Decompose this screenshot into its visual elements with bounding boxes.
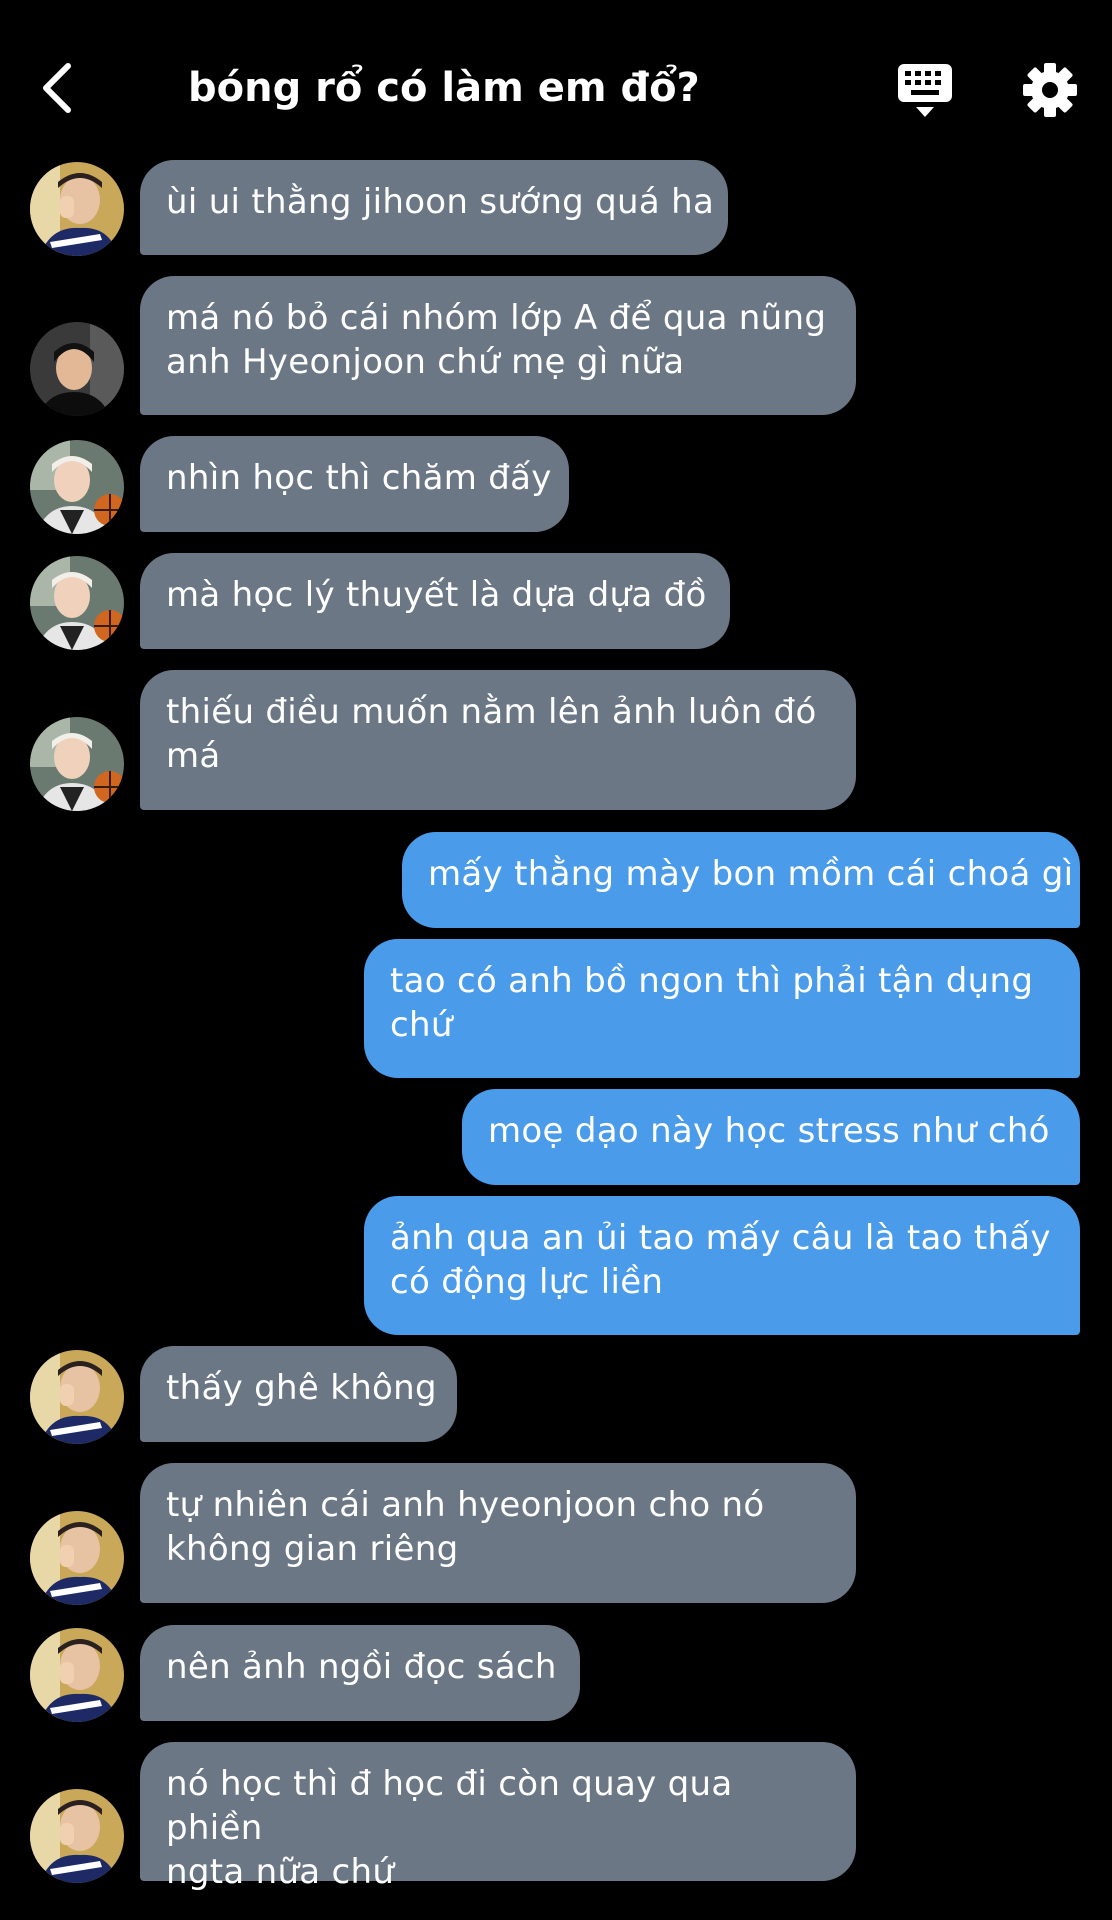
message-bubble[interactable]: thấy ghê không [140,1346,457,1442]
avatar[interactable] [30,162,124,256]
message-bubble[interactable]: má nó bỏ cái nhóm lớp A để qua nũng anh … [140,276,856,415]
avatar[interactable] [30,440,124,534]
message-bubble[interactable]: nên ảnh ngồi đọc sách [140,1625,580,1721]
message-bubble[interactable]: tự nhiên cái anh hyeonjoon cho nó không … [140,1463,856,1603]
avatar-boy-peace-sign [30,1628,124,1722]
avatar[interactable] [30,1789,124,1883]
message-bubble[interactable]: mà học lý thuyết là dựa dựa đồ [140,553,730,649]
avatar[interactable] [30,1628,124,1722]
message-bubble[interactable]: moẹ dạo này học stress như chó [462,1089,1080,1185]
avatar[interactable] [30,1350,124,1444]
avatar-boy-basketball [30,556,124,650]
avatar-boy-peace-sign [30,1789,124,1883]
message-bubble[interactable]: tao có anh bồ ngon thì phải tận dụng chứ [364,939,1080,1078]
avatar[interactable] [30,1511,124,1605]
message-bubble[interactable]: nó học thì đ học đi còn quay qua phiền n… [140,1742,856,1892]
avatar-boy-basketball [30,717,124,811]
avatar[interactable] [30,717,124,811]
avatar-boy-peace-sign [30,1511,124,1605]
message-list[interactable]: ùi ui thằng jihoon sướng quá ha má nó bỏ… [0,0,1112,1920]
avatar[interactable] [30,556,124,650]
avatar[interactable] [30,322,124,416]
message-bubble[interactable]: mấy thằng mày bon mồm cái choá gì [402,832,1080,928]
message-bubble[interactable]: thiếu điều muốn nằm lên ảnh luôn đó má [140,670,856,810]
avatar-boy-peace-sign [30,162,124,256]
message-bubble[interactable]: ùi ui thằng jihoon sướng quá ha [140,160,728,255]
avatar-boy-basketball [30,440,124,534]
avatar-boy-dark [30,322,124,416]
message-bubble[interactable]: nhìn học thì chăm đấy [140,436,569,532]
message-bubble[interactable]: ảnh qua an ủi tao mấy câu là tao thấy có… [364,1196,1080,1335]
avatar-boy-peace-sign [30,1350,124,1444]
